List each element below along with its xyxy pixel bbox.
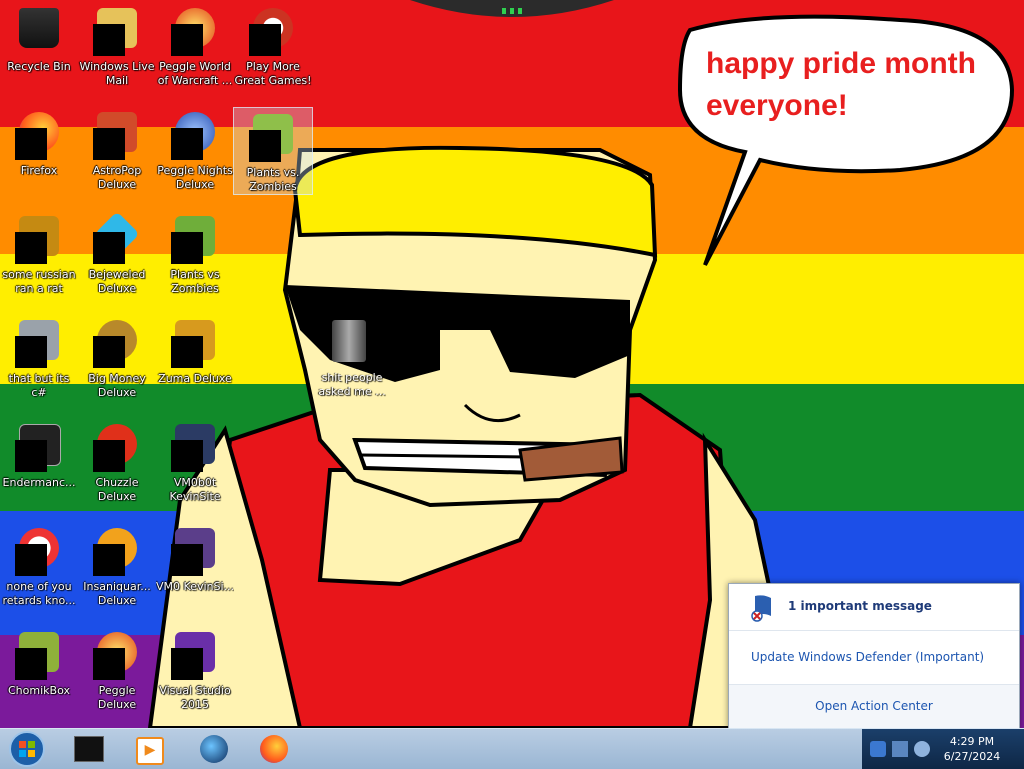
desktop-icon-zuma[interactable]: Zuma Deluxe: [156, 314, 234, 406]
clock-date: 6/27/2024: [943, 750, 1001, 763]
desktop-icon-label: Insaniquar... Deluxe: [83, 580, 151, 607]
desktop-icon-label: shit people asked me ...: [318, 371, 386, 398]
desktop-icon-label: Big Money Deluxe: [88, 372, 146, 399]
desktop-icon-vm0b0t[interactable]: VM0b0t KevinSite: [156, 418, 234, 510]
desktop-icon-label: Peggle Nights Deluxe: [157, 164, 233, 191]
desktop-icon-bejeweled[interactable]: Bejeweled Deluxe: [78, 210, 156, 302]
desktop[interactable]: happy pride month everyone! Recycle Bin …: [0, 0, 1024, 728]
desktop-icon-label: VM0 KevinSi...: [156, 580, 234, 593]
desktop-icon-firefox[interactable]: Firefox: [0, 106, 78, 198]
desktop-icon-peggle-wow[interactable]: Peggle World of Warcraft ...: [156, 2, 234, 94]
desktop-icon-none-of-you[interactable]: none of you retards kno...: [0, 522, 78, 614]
desktop-icon-label: Plants vs Zombies: [170, 268, 220, 295]
desktop-icon-peggle-nights[interactable]: Peggle Nights Deluxe: [156, 106, 234, 198]
desktop-icon-label: ChomikBox: [8, 684, 70, 697]
desktop-icon-plants-vs-zombies[interactable]: Plants vs. Zombies: [233, 107, 313, 195]
update-defender-link[interactable]: Update Windows Defender (Important): [751, 650, 984, 664]
redaction-box: [171, 232, 203, 264]
desktop-icon-label: Peggle World of Warcraft ...: [157, 60, 233, 87]
firefox-icon: [260, 735, 288, 763]
desktop-icon-play-more-games[interactable]: Play More Great Games!: [234, 2, 312, 94]
desktop-icon-label: Endermanc...: [2, 476, 76, 489]
redaction-box: [93, 232, 125, 264]
taskbar-firefox[interactable]: [250, 732, 298, 766]
redaction-box: [171, 544, 203, 576]
desktop-icon-label: Play More Great Games!: [234, 60, 312, 87]
redaction-box: [93, 24, 125, 56]
redaction-box: [93, 648, 125, 680]
recycle-bin-icon: [19, 8, 59, 48]
desktop-icon-csharp[interactable]: that but its c#: [0, 314, 78, 406]
taskbar: ▶ 4:29 PM 6/27/2024: [0, 728, 1024, 769]
desktop-icon-windows-live-mail[interactable]: Windows Live Mail: [78, 2, 156, 94]
desktop-icon-folder[interactable]: shit people asked me ...: [316, 316, 388, 406]
redaction-box: [171, 440, 203, 472]
desktop-icon-big-money[interactable]: Big Money Deluxe: [78, 314, 156, 406]
folder-icon: [332, 320, 366, 362]
redaction-box: [249, 130, 281, 162]
redaction-box: [15, 336, 47, 368]
redaction-box: [171, 128, 203, 160]
action-center-popup[interactable]: 1 important message Update Windows Defen…: [728, 583, 1020, 728]
media-player-icon: ▶: [136, 737, 164, 765]
desktop-icon-label: Chuzzle Deluxe: [95, 476, 139, 503]
shield-icon[interactable]: [870, 741, 886, 757]
popup-header: 1 important message: [729, 584, 1019, 631]
desktop-icon-label: AstroPop Deluxe: [92, 164, 142, 191]
taskbar-globe[interactable]: [190, 732, 238, 766]
redaction-box: [171, 24, 203, 56]
desktop-icon-recycle-bin[interactable]: Recycle Bin: [0, 2, 78, 94]
redaction-box: [171, 336, 203, 368]
redaction-box: [249, 24, 281, 56]
redaction-box: [93, 544, 125, 576]
popup-title: 1 important message: [788, 599, 932, 613]
desktop-icon-chuzzle[interactable]: Chuzzle Deluxe: [78, 418, 156, 510]
desktop-icon-peggle-deluxe[interactable]: Peggle Deluxe: [78, 626, 156, 718]
desktop-icon-label: Plants vs. Zombies: [246, 166, 300, 193]
desktop-icon-label: some russian ran a rat: [2, 268, 76, 295]
clock[interactable]: 4:29 PM 6/27/2024: [930, 734, 1014, 764]
desktop-icon-insaniquarium[interactable]: Insaniquar... Deluxe: [78, 522, 156, 614]
desktop-icon-chomikbox[interactable]: ChomikBox: [0, 626, 78, 718]
terminal-icon: [74, 736, 104, 762]
flag-icon: [751, 595, 771, 622]
redaction-box: [93, 336, 125, 368]
desktop-icon-label: Visual Studio 2015: [159, 684, 231, 711]
redaction-box: [93, 128, 125, 160]
volume-icon[interactable]: [914, 741, 930, 757]
desktop-icon-label: none of you retards kno...: [2, 580, 76, 607]
open-action-center-link[interactable]: Open Action Center: [729, 699, 1019, 713]
desktop-icon-label: Recycle Bin: [7, 60, 71, 73]
desktop-icon-vm0[interactable]: VM0 KevinSi...: [156, 522, 234, 614]
desktop-icon-russian-rat[interactable]: some russian ran a rat: [0, 210, 78, 302]
desktop-icon-visual-studio[interactable]: Visual Studio 2015: [156, 626, 234, 718]
desktop-icon-label: that but its c#: [8, 372, 70, 399]
desktop-icon-plants-vs-zombies-2[interactable]: Plants vs Zombies: [156, 210, 234, 302]
redaction-box: [15, 544, 47, 576]
taskbar-terminal[interactable]: [64, 732, 112, 766]
popup-footer: Open Action Center: [729, 684, 1019, 728]
desktop-icon-astropop[interactable]: AstroPop Deluxe: [78, 106, 156, 198]
desktop-icon-label: Peggle Deluxe: [97, 684, 137, 711]
globe-icon: [200, 735, 228, 763]
desktop-icon-label: Bejeweled Deluxe: [88, 268, 146, 295]
redaction-box: [15, 648, 47, 680]
redaction-box: [171, 648, 203, 680]
clock-time: 4:29 PM: [949, 735, 995, 748]
redaction-box: [15, 440, 47, 472]
taskbar-media-player[interactable]: ▶: [124, 732, 172, 766]
start-button[interactable]: [2, 730, 52, 768]
speech-text-2: everyone!: [706, 89, 848, 122]
redaction-box: [93, 440, 125, 472]
desktop-icon-label: VM0b0t KevinSite: [169, 476, 221, 503]
desktop-icon-label: Firefox: [20, 164, 58, 177]
redaction-box: [15, 232, 47, 264]
desktop-icon-label: Windows Live Mail: [79, 60, 155, 87]
speech-text-1: happy pride month: [706, 47, 976, 80]
redaction-box: [15, 128, 47, 160]
monitor-icon[interactable]: [892, 741, 908, 757]
desktop-icon-enderman[interactable]: Endermanc...: [0, 418, 78, 510]
desktop-icon-label: Zuma Deluxe: [158, 372, 232, 385]
